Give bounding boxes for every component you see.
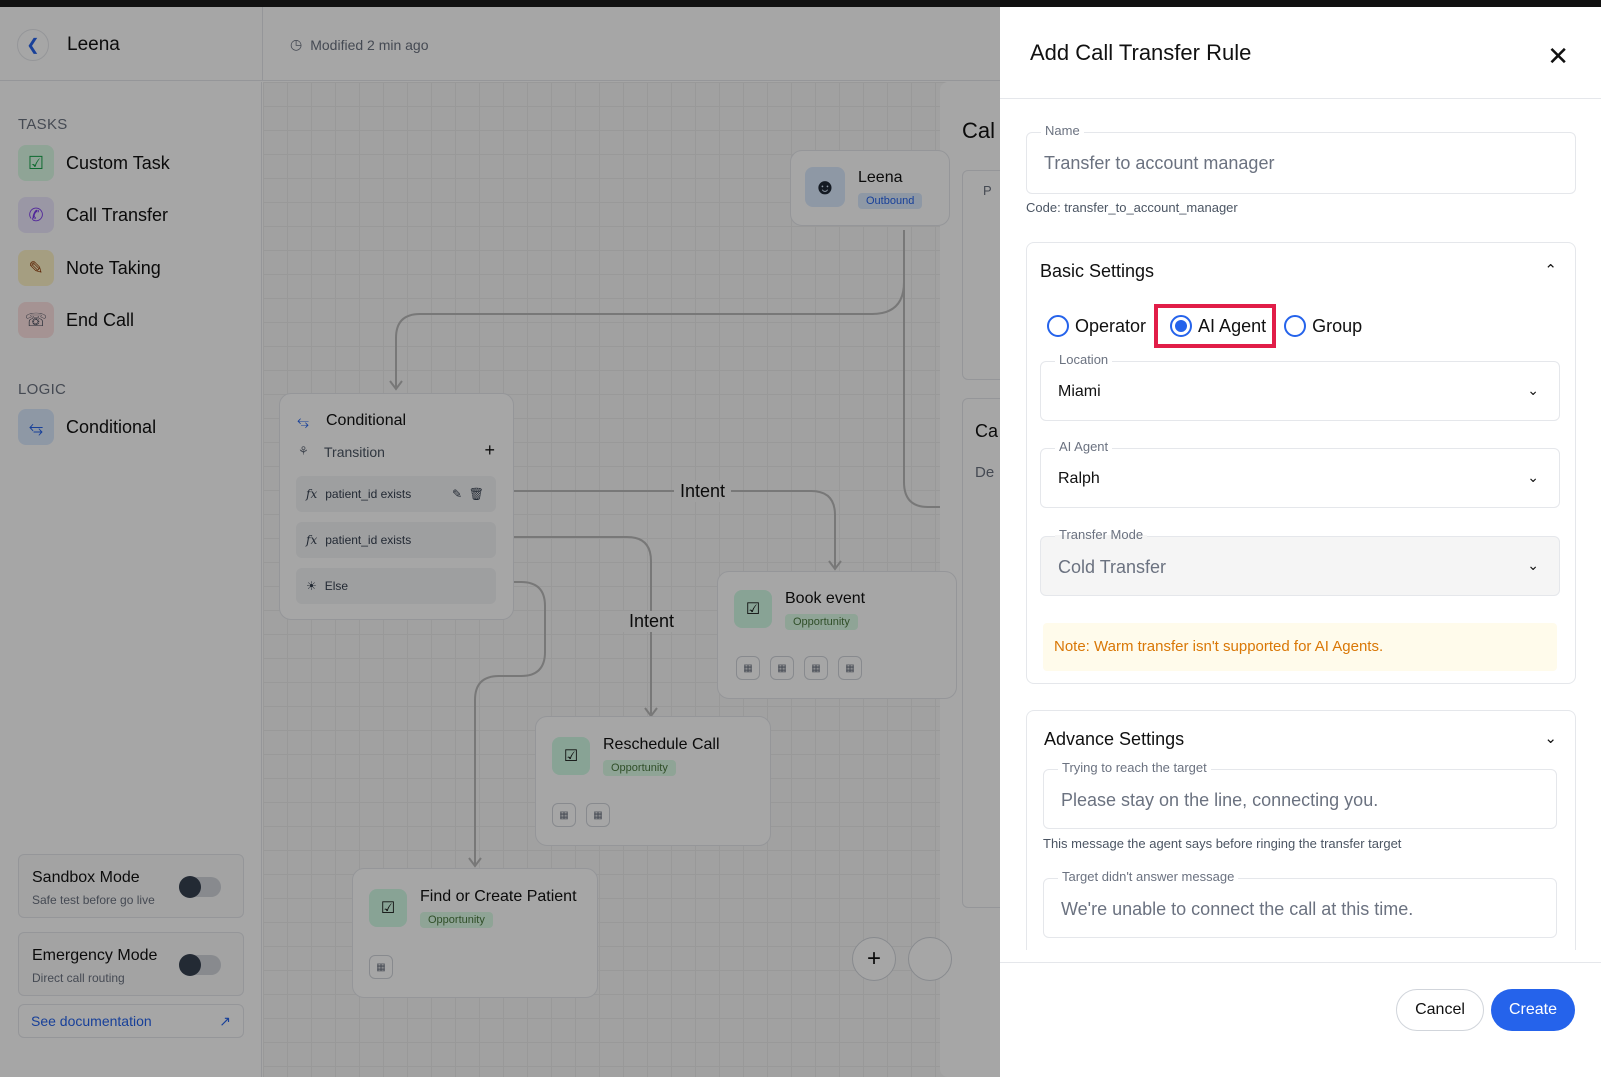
basic-settings-title: Basic Settings bbox=[1040, 261, 1155, 281]
ai-agent-value: Ralph bbox=[1058, 470, 1100, 487]
reach-target-label: Trying to reach the target bbox=[1058, 760, 1211, 775]
radio-circle-selected bbox=[1170, 315, 1193, 337]
location-value: Miami bbox=[1058, 383, 1101, 400]
transfer-target-radio-group: Operator AI Agent Group bbox=[1045, 304, 1364, 348]
transfer-mode-select[interactable]: Transfer Mode Cold Transfer ⌄ bbox=[1040, 527, 1560, 596]
name-field[interactable]: Name Transfer to account manager bbox=[1026, 123, 1576, 194]
radio-circle bbox=[1284, 315, 1307, 337]
drawer-title: Add Call Transfer Rule bbox=[1030, 40, 1252, 65]
ai-agent-label: AI Agent bbox=[1055, 439, 1113, 454]
basic-settings-panel: Basic Settings ⌃ Operator AI Agent Group… bbox=[1026, 242, 1576, 684]
reach-target-helper: This message the agent says before ringi… bbox=[1043, 836, 1402, 851]
no-answer-value: We're unable to connect the call at this… bbox=[1061, 899, 1414, 919]
no-answer-message-field[interactable]: Target didn't answer message We're unabl… bbox=[1043, 869, 1557, 938]
chevron-down-icon: ⌄ bbox=[1527, 557, 1539, 573]
location-select[interactable]: Location Miami ⌄ bbox=[1040, 352, 1560, 421]
modal-backdrop[interactable] bbox=[0, 7, 1000, 1077]
radio-label: Operator bbox=[1075, 315, 1147, 336]
chevron-down-icon: ⌄ bbox=[1527, 469, 1539, 485]
reach-target-value: Please stay on the line, connecting you. bbox=[1061, 790, 1379, 810]
radio-label: Group bbox=[1312, 315, 1363, 336]
reach-target-message-field[interactable]: Trying to reach the target Please stay o… bbox=[1043, 760, 1557, 829]
transfer-mode-label: Transfer Mode bbox=[1055, 527, 1148, 542]
code-helper: Code: transfer_to_account_manager bbox=[1026, 200, 1238, 215]
transfer-mode-value: Cold Transfer bbox=[1058, 557, 1167, 577]
app-window: ❮ Leena ◷ Modified 2 min ago TASKS ☑ Cus… bbox=[0, 7, 1601, 1077]
add-call-transfer-rule-drawer: Add Call Transfer Rule ✕ Name Transfer t… bbox=[1000, 7, 1601, 1077]
ai-agent-select[interactable]: AI Agent Ralph ⌄ bbox=[1040, 439, 1560, 508]
close-icon[interactable]: ✕ bbox=[1547, 41, 1569, 72]
radio-label: AI Agent bbox=[1198, 315, 1267, 336]
radio-group[interactable]: Group bbox=[1282, 308, 1364, 344]
advance-settings-panel: Advance Settings ⌄ Trying to reach the t… bbox=[1026, 710, 1576, 950]
cancel-button[interactable]: Cancel bbox=[1396, 989, 1484, 1031]
name-field-placeholder: Transfer to account manager bbox=[1044, 153, 1275, 173]
warm-transfer-note: Note: Warm transfer isn't supported for … bbox=[1043, 623, 1557, 671]
chevron-down-icon: ⌄ bbox=[1527, 382, 1539, 398]
footer-divider bbox=[1000, 962, 1601, 963]
drawer-divider bbox=[1000, 98, 1601, 99]
no-answer-label: Target didn't answer message bbox=[1058, 869, 1239, 884]
radio-operator[interactable]: Operator bbox=[1045, 308, 1148, 344]
create-button[interactable]: Create bbox=[1491, 989, 1575, 1031]
location-label: Location bbox=[1055, 352, 1113, 367]
name-field-label: Name bbox=[1041, 123, 1084, 138]
chevron-down-icon[interactable]: ⌄ bbox=[1544, 729, 1557, 747]
chevron-up-icon[interactable]: ⌃ bbox=[1544, 261, 1557, 279]
radio-ai-agent[interactable]: AI Agent bbox=[1154, 304, 1277, 348]
top-strip bbox=[0, 0, 1601, 7]
advance-settings-title: Advance Settings bbox=[1044, 729, 1185, 749]
radio-circle bbox=[1047, 315, 1069, 337]
